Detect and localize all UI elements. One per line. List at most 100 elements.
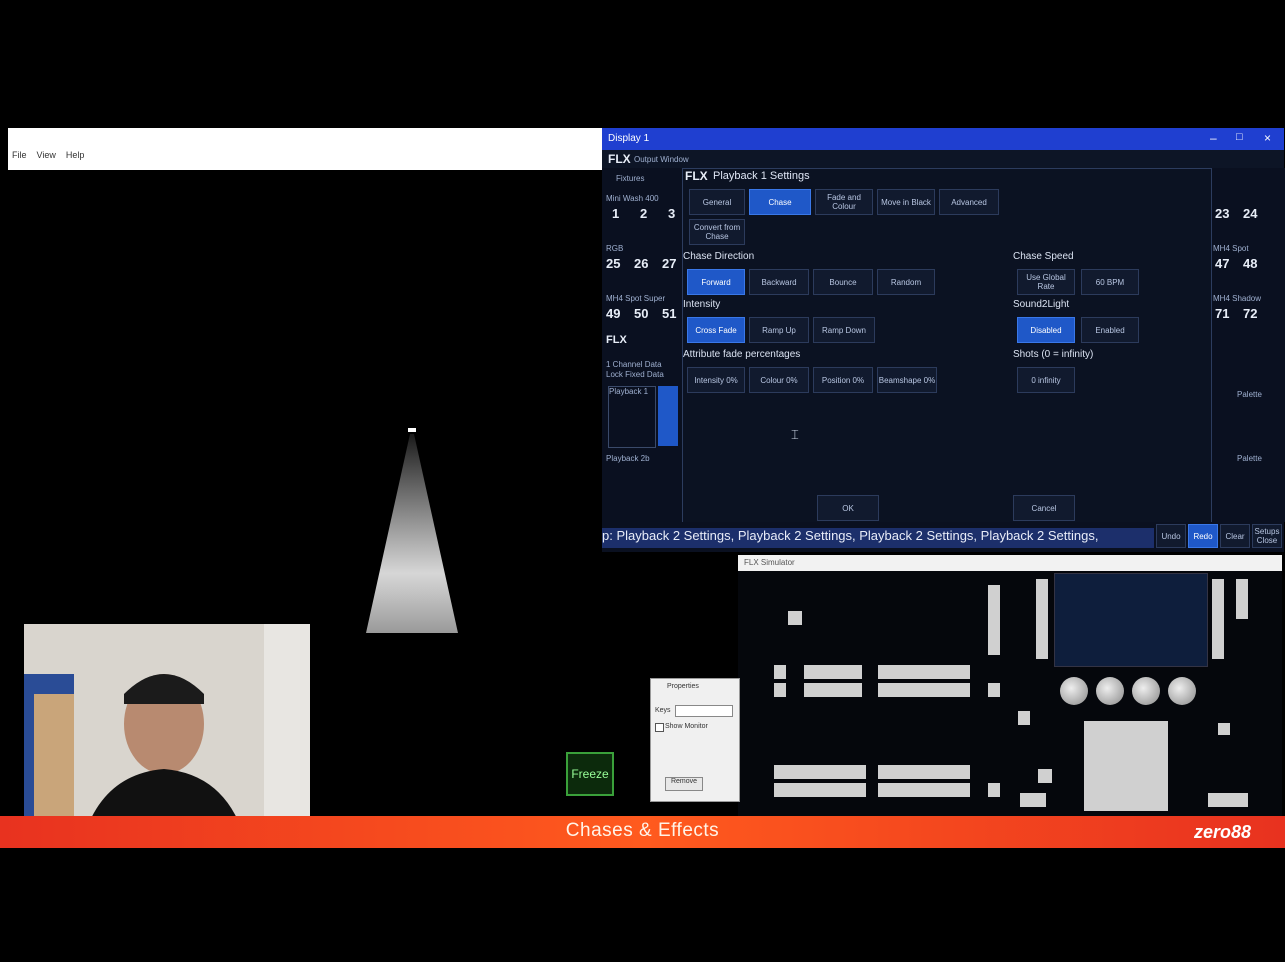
fixture-button[interactable]: 24 — [1243, 206, 1257, 221]
webcam-feed — [24, 624, 310, 836]
sound2light-label: Sound2Light — [1013, 299, 1070, 310]
lower-third-banner: Chases & Effects zero88 — [0, 816, 1285, 848]
flx-lower-logo: FLX — [606, 334, 627, 346]
attr-intensity-button[interactable]: Intensity 0% — [687, 367, 745, 393]
maximize-icon[interactable]: □ — [1236, 131, 1243, 143]
mouse-cursor-icon: ⌶ — [791, 427, 799, 442]
visualiser-menubar[interactable]: File View Help — [12, 150, 94, 160]
clear-button[interactable]: Clear — [1220, 524, 1250, 548]
palette-button[interactable]: Palette — [1237, 390, 1262, 399]
group-label: RGB — [606, 244, 624, 253]
intensity-rampup-button[interactable]: Ramp Up — [749, 317, 809, 343]
fixture-button[interactable]: 3 — [668, 206, 675, 221]
presenter-image — [24, 624, 310, 836]
tab-fade-colour[interactable]: Fade and Colour — [815, 189, 873, 215]
fixture-button[interactable]: 48 — [1243, 256, 1257, 271]
convert-from-chase-button[interactable]: Convert from Chase — [689, 219, 745, 245]
minimize-icon[interactable]: – — [1210, 131, 1217, 145]
playback-footer: Playback 2b — [606, 454, 650, 463]
fixture-button[interactable]: 49 — [606, 306, 620, 321]
encoder-knob[interactable] — [1096, 677, 1124, 705]
flx-titlebar: Display 1 – □ × — [602, 128, 1284, 150]
fixture-button[interactable]: 1 — [612, 206, 619, 221]
visualiser-titlebar: File View Help — [8, 128, 638, 170]
encoder-knob[interactable] — [1060, 677, 1088, 705]
use-global-rate-button[interactable]: Use Global Rate — [1017, 269, 1075, 295]
fixture-button[interactable]: 50 — [634, 306, 648, 321]
properties-dialog: Properties Keys Show Monitor Remove — [650, 678, 740, 802]
dialog-logo: FLX — [685, 169, 708, 183]
dialog-title: Playback 1 Settings — [713, 170, 810, 182]
ticker-text: p: Playback 2 Settings, Playback 2 Setti… — [602, 528, 1154, 548]
fixtures-panel: Fixtures Mini Wash 400 1 2 3 RGB 25 26 2… — [602, 168, 683, 522]
intensity-rampdown-button[interactable]: Ramp Down — [813, 317, 875, 343]
playback-tile[interactable]: Playback 1 — [608, 386, 656, 448]
setups-button[interactable]: Setups Close — [1252, 524, 1282, 548]
redo-button[interactable]: Redo — [1188, 524, 1218, 548]
intensity-label: Intensity — [683, 299, 721, 310]
flx-subheader: Output Window — [634, 155, 689, 164]
chase-direction-label: Chase Direction — [683, 251, 755, 262]
attr-colour-button[interactable]: Colour 0% — [749, 367, 809, 393]
attr-beamshape-button[interactable]: Beamshape 0% — [877, 367, 937, 393]
cancel-button[interactable]: Cancel — [1013, 495, 1075, 521]
group-label: Mini Wash 400 — [606, 194, 659, 203]
freeze-button[interactable]: Freeze — [566, 752, 614, 796]
direction-random-button[interactable]: Random — [877, 269, 935, 295]
fixture-button[interactable]: 47 — [1215, 256, 1229, 271]
fixture-button[interactable]: 27 — [662, 256, 676, 271]
playback-active-strip[interactable] — [658, 386, 678, 446]
palette-button[interactable]: Palette — [1237, 454, 1262, 463]
attr-position-button[interactable]: Position 0% — [813, 367, 873, 393]
fixture-button[interactable]: 25 — [606, 256, 620, 271]
ok-button[interactable]: OK — [817, 495, 879, 521]
intensity-crossfade-button[interactable]: Cross Fade — [687, 317, 745, 343]
console-title: FLX Simulator — [744, 558, 795, 567]
shots-label: Shots (0 = infinity) — [1013, 349, 1094, 360]
close-icon[interactable]: × — [1264, 131, 1271, 145]
fixtures-tab[interactable]: Fixtures — [616, 174, 644, 183]
attribute-fade-label: Attribute fade percentages — [683, 349, 801, 360]
tab-chase[interactable]: Chase — [749, 189, 811, 215]
direction-backward-button[interactable]: Backward — [749, 269, 809, 295]
console-surface[interactable] — [738, 571, 1282, 817]
tab-move-in-black[interactable]: Move in Black — [877, 189, 935, 215]
banner-title: Chases & Effects — [565, 820, 720, 841]
playback-settings-dialog: FLX Playback 1 Settings General Chase Fa… — [682, 168, 1212, 528]
light-beam — [366, 428, 458, 633]
fixture-button[interactable]: 23 — [1215, 206, 1229, 221]
group-label: MH4 Spot Super — [606, 294, 666, 303]
flx-logo: FLX — [608, 152, 631, 166]
encoder-knob[interactable] — [1168, 677, 1196, 705]
properties-title: Properties — [667, 683, 699, 690]
palette-panel: 23 24 MH4 Spot 47 48 MH4 Shadow 71 72 Pa… — [1208, 168, 1285, 522]
fixture-button[interactable]: 2 — [640, 206, 647, 221]
status-ticker: p: Playback 2 Settings, Playback 2 Setti… — [602, 522, 1284, 552]
show-monitor-label: Show Monitor — [665, 723, 708, 730]
shots-button[interactable]: 0 infinity — [1017, 367, 1075, 393]
direction-bounce-button[interactable]: Bounce — [813, 269, 873, 295]
sound2light-disabled-button[interactable]: Disabled — [1017, 317, 1075, 343]
channel-data-label: 1 Channel Data — [606, 360, 662, 369]
group-label: MH4 Spot — [1213, 244, 1249, 253]
keys-label: Keys — [655, 707, 671, 714]
direction-forward-button[interactable]: Forward — [687, 269, 745, 295]
keys-field[interactable] — [675, 705, 733, 717]
lock-label: Lock Fixed Data — [606, 370, 664, 379]
tab-advanced[interactable]: Advanced — [939, 189, 999, 215]
tab-general[interactable]: General — [689, 189, 745, 215]
fixture-button[interactable]: 71 — [1215, 306, 1229, 321]
sound2light-enabled-button[interactable]: Enabled — [1081, 317, 1139, 343]
fixture-button[interactable]: 51 — [662, 306, 676, 321]
flx-window-title: Display 1 — [608, 133, 650, 144]
fixture-button[interactable]: 72 — [1243, 306, 1257, 321]
chase-speed-label: Chase Speed — [1013, 251, 1074, 262]
flx-window: Display 1 – □ × FLX Output Window Fixtur… — [602, 128, 1285, 552]
show-monitor-checkbox[interactable] — [655, 723, 664, 732]
remove-button[interactable]: Remove — [665, 777, 703, 791]
fixture-button[interactable]: 26 — [634, 256, 648, 271]
console-titlebar: FLX Simulator — [738, 555, 1282, 571]
undo-button[interactable]: Undo — [1156, 524, 1186, 548]
encoder-knob[interactable] — [1132, 677, 1160, 705]
bpm-button[interactable]: 60 BPM — [1081, 269, 1139, 295]
